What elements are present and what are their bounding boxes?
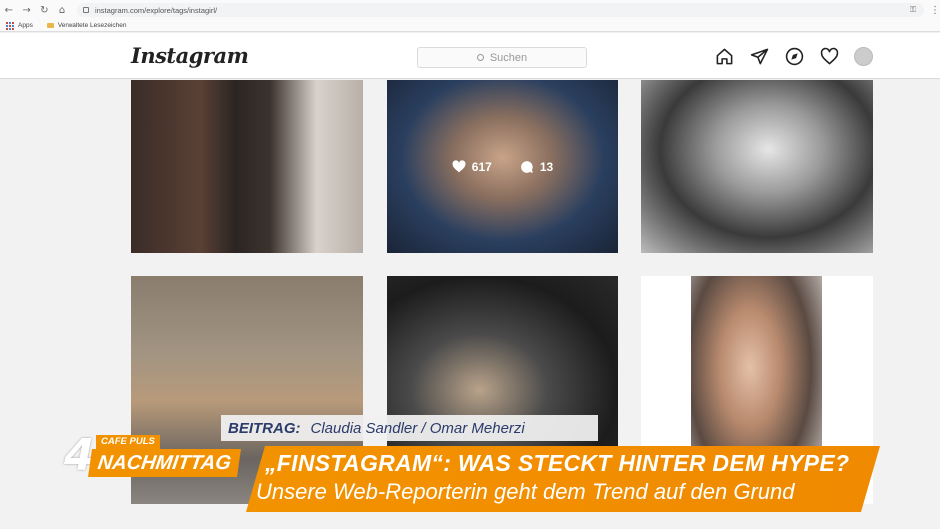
show-brand: CAFE PULS xyxy=(96,435,160,449)
direct-message-icon[interactable] xyxy=(749,46,769,66)
reload-icon[interactable]: ↻ xyxy=(35,1,53,19)
menu-icon[interactable]: ⋮ xyxy=(930,5,940,16)
activity-heart-icon[interactable] xyxy=(819,46,839,66)
forward-icon[interactable]: → xyxy=(18,1,36,19)
show-logo: 4 CAFE PULS NACHMITTAG xyxy=(64,432,252,480)
comments-count: 13 xyxy=(520,160,553,174)
home-icon[interactable]: ⌂ xyxy=(53,1,71,19)
show-name: NACHMITTAG xyxy=(88,449,241,477)
headline-text: „FINSTAGRAM“: WAS STECKT HINTER DEM HYPE… xyxy=(265,450,850,476)
post-thumbnail[interactable] xyxy=(131,80,363,253)
search-placeholder: Suchen xyxy=(489,51,528,64)
screen: ← → ↻ ⌂ instagram.com/explore/tags/insta… xyxy=(0,0,940,529)
comment-icon xyxy=(520,160,533,173)
heart-icon xyxy=(452,160,466,173)
search-input[interactable]: Suchen xyxy=(417,47,587,68)
profile-avatar[interactable] xyxy=(854,46,873,66)
folder-icon xyxy=(46,23,54,28)
post-hover-overlay: 617 13 xyxy=(387,80,618,253)
apps-icon[interactable] xyxy=(6,21,14,30)
post-thumbnail[interactable] xyxy=(641,80,873,253)
instagram-header: Instagram Suchen xyxy=(0,33,940,79)
search-icon xyxy=(476,54,484,61)
comments-value: 13 xyxy=(539,159,554,174)
post-thumbnail-hovered[interactable]: 617 13 xyxy=(387,80,618,253)
likes-count: 617 xyxy=(452,160,492,174)
managed-bookmarks-folder[interactable]: Verwaltete Lesezeichen xyxy=(58,22,127,29)
back-icon[interactable]: ← xyxy=(0,1,18,19)
address-bar[interactable]: instagram.com/explore/tags/instagirl/ ⚿ xyxy=(76,3,925,17)
instagram-logo[interactable]: Instagram xyxy=(131,43,249,68)
apps-bookmark[interactable]: Apps xyxy=(18,22,33,29)
url-text: instagram.com/explore/tags/instagirl/ xyxy=(94,5,218,15)
key-icon[interactable]: ⚿ xyxy=(910,5,916,15)
likes-value: 617 xyxy=(471,159,492,174)
bookmarks-bar: Apps Verwaltete Lesezeichen xyxy=(0,20,940,32)
subline-text: Unsere Web-Reporterin geht dem Trend auf… xyxy=(256,479,795,504)
home-icon[interactable] xyxy=(714,46,734,66)
header-nav xyxy=(714,46,873,66)
lock-icon xyxy=(82,7,89,13)
explore-compass-icon[interactable] xyxy=(784,46,804,66)
credit-names: Claudia Sandler / Omar Meherzi xyxy=(310,419,525,437)
reporter-credit: BEITRAG: Claudia Sandler / Omar Meherzi xyxy=(221,415,598,441)
browser-toolbar: ← → ↻ ⌂ instagram.com/explore/tags/insta… xyxy=(0,0,940,20)
